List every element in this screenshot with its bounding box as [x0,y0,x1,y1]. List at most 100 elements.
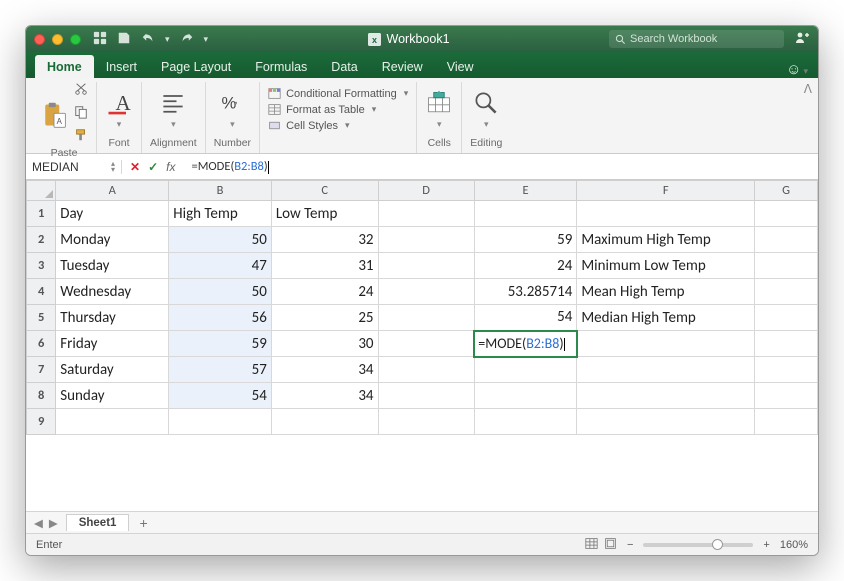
alignment-dropdown[interactable]: ▾ [159,89,187,130]
cell[interactable]: 50 [169,227,272,253]
search-box[interactable]: Search Workbook [609,30,784,48]
col-header-C[interactable]: C [271,181,378,201]
cell[interactable] [577,357,755,383]
col-header-B[interactable]: B [169,181,272,201]
cell[interactable] [378,383,474,409]
cell[interactable]: Median High Temp [577,305,755,331]
cell[interactable] [56,409,169,435]
cell[interactable] [474,383,577,409]
tab-formulas[interactable]: Formulas [243,55,319,78]
zoom-window-button[interactable] [70,34,81,45]
cell[interactable]: 31 [271,253,378,279]
cell[interactable] [755,227,818,253]
cell[interactable]: Saturday [56,357,169,383]
zoom-in-button[interactable]: + [763,539,769,551]
cell[interactable] [378,357,474,383]
tab-home[interactable]: Home [35,55,94,78]
cell[interactable]: 54 [169,383,272,409]
cell[interactable] [474,409,577,435]
editing-dropdown[interactable]: ▾ [472,89,500,130]
save-icon[interactable] [117,31,131,48]
zoom-level[interactable]: 160% [780,539,808,551]
tab-page-layout[interactable]: Page Layout [149,55,243,78]
cell[interactable] [169,409,272,435]
spreadsheet-grid[interactable]: A B C D E F G 1 Day High Temp Low Temp 2… [26,180,818,511]
close-window-button[interactable] [34,34,45,45]
cell[interactable] [378,305,474,331]
cell[interactable] [755,279,818,305]
formula-input[interactable]: =MODE(B2:B8) [189,159,818,174]
undo-dropdown-icon[interactable]: ▾ [165,34,170,45]
cell[interactable]: 30 [271,331,378,357]
zoom-slider[interactable] [643,543,753,547]
conditional-formatting-button[interactable]: Conditional Formatting▾ [268,87,408,100]
cell[interactable]: Day [56,201,169,227]
cell[interactable]: 54 [474,305,577,331]
row-header[interactable]: 2 [27,227,56,253]
col-header-G[interactable]: G [755,181,818,201]
sheet-nav-prev[interactable]: ◀ [32,516,45,530]
tab-view[interactable]: View [435,55,486,78]
cell[interactable]: Monday [56,227,169,253]
row-header[interactable]: 9 [27,409,56,435]
cell[interactable] [755,305,818,331]
cell[interactable] [378,201,474,227]
cell[interactable]: 56 [169,305,272,331]
cell[interactable]: 53.285714 [474,279,577,305]
cells-dropdown[interactable]: ▾ [425,89,453,130]
cell[interactable] [378,279,474,305]
cell[interactable] [755,357,818,383]
col-header-F[interactable]: F [577,181,755,201]
format-as-table-button[interactable]: Format as Table▾ [268,103,408,116]
cell[interactable] [378,409,474,435]
cell[interactable]: 32 [271,227,378,253]
select-all-corner[interactable] [27,181,56,201]
sheet-nav-next[interactable]: ▶ [47,516,60,530]
cell[interactable] [577,331,755,357]
cell[interactable]: Wednesday [56,279,169,305]
paste-button[interactable]: A [40,101,68,129]
cancel-formula-button[interactable]: ✕ [130,160,140,174]
share-button[interactable] [794,30,810,49]
cell[interactable]: 59 [169,331,272,357]
sheet-tab[interactable]: Sheet1 [66,514,130,531]
cell[interactable] [474,201,577,227]
row-header[interactable]: 8 [27,383,56,409]
row-header[interactable]: 5 [27,305,56,331]
cell[interactable] [755,409,818,435]
active-cell-editing[interactable]: =MODE(B2:B8) [474,331,577,357]
format-painter-button[interactable] [74,128,88,147]
tab-insert[interactable]: Insert [94,55,149,78]
minimize-window-button[interactable] [52,34,63,45]
cell[interactable]: Tuesday [56,253,169,279]
col-header-A[interactable]: A [56,181,169,201]
cell[interactable]: 57 [169,357,272,383]
cell[interactable] [755,331,818,357]
cell[interactable] [755,253,818,279]
redo-icon[interactable] [180,31,194,48]
cell[interactable]: Sunday [56,383,169,409]
cell[interactable]: 24 [271,279,378,305]
autosave-icon[interactable] [93,31,107,48]
row-header[interactable]: 7 [27,357,56,383]
fx-label[interactable]: fx [166,160,175,174]
cell[interactable]: 34 [271,357,378,383]
cell[interactable] [755,201,818,227]
cell[interactable]: Maximum High Temp [577,227,755,253]
col-header-E[interactable]: E [474,181,577,201]
tab-review[interactable]: Review [370,55,435,78]
cell[interactable]: High Temp [169,201,272,227]
cell[interactable]: Thursday [56,305,169,331]
normal-view-button[interactable] [585,537,598,553]
cell[interactable] [378,227,474,253]
primary-copche-button[interactable] [74,105,88,124]
zoom-out-button[interactable]: − [627,539,633,551]
row-header[interactable]: 6 [27,331,56,357]
cell[interactable]: 50 [169,279,272,305]
page-layout-view-button[interactable] [604,537,617,553]
cell[interactable]: 34 [271,383,378,409]
cell[interactable]: 59 [474,227,577,253]
font-dropdown[interactable]: A ▾ [105,89,133,130]
cell[interactable] [378,331,474,357]
name-box[interactable]: MEDIAN ▴▾ [26,160,122,174]
